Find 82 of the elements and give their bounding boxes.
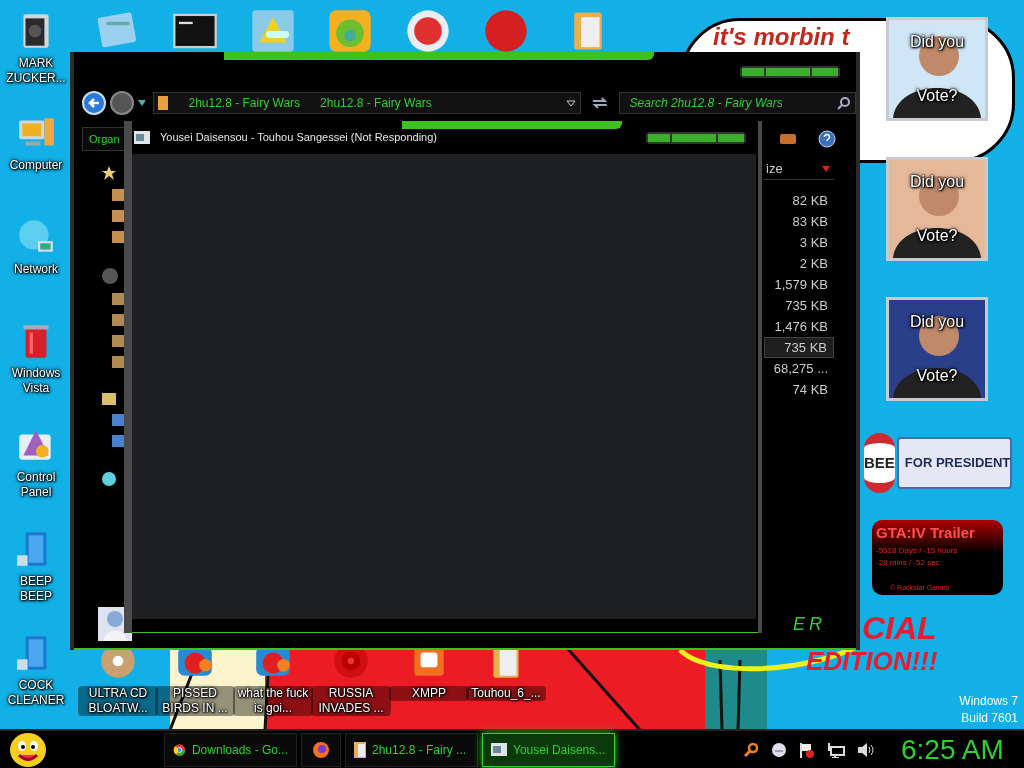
- forward-button[interactable]: [109, 91, 134, 115]
- file-icon: [112, 210, 124, 222]
- browser-icon: [173, 741, 186, 758]
- flag-icon[interactable]: [799, 741, 815, 758]
- size-cell-text: 3 KB: [798, 233, 829, 252]
- search-icon[interactable]: [743, 741, 759, 758]
- version-text: Build 7601: [961, 710, 1018, 727]
- version-text: Windows 7: [959, 693, 1018, 710]
- ball-icon: [483, 8, 529, 54]
- arrow-left-icon: [87, 97, 100, 109]
- icon-label[interactable]: XMPP: [389, 686, 469, 701]
- file-icon: [112, 435, 124, 447]
- ball-icon: [405, 8, 451, 54]
- wallpaper-text: CIAL: [862, 609, 937, 648]
- star-icon: [102, 166, 116, 180]
- countdown-text: -28 mins / -52 sec: [876, 556, 941, 569]
- folder-icon: [354, 741, 366, 758]
- gadget-text: Vote?: [916, 86, 958, 106]
- size-cell-text: 68,275 ...: [772, 359, 829, 378]
- icon-label[interactable]: Touhou_6_...: [466, 686, 546, 701]
- close-button[interactable]: [718, 133, 744, 142]
- badge-name: BEE: [864, 452, 895, 473]
- network-icon[interactable]: [827, 741, 845, 758]
- sort-icon: [822, 165, 830, 172]
- file-icon: [112, 231, 124, 243]
- column-header[interactable]: ize: [764, 158, 834, 180]
- breadcrumb[interactable]: 2hu12.8 - Fairy Wars: [188, 94, 301, 112]
- taskbar-button[interactable]: 2hu12.8 - Fairy ...: [345, 732, 478, 767]
- window-icon: [134, 131, 150, 144]
- badge-slogan: FOR PRESIDENT: [904, 454, 1011, 473]
- bubble-text: it's morbin t: [713, 23, 850, 50]
- file-icon: [112, 189, 124, 201]
- caret-icon: [137, 100, 146, 106]
- window-title: Yousei Daisensou - Touhou Sangessei (Not Responding): [160, 130, 437, 146]
- size-cell-text: 82 KB: [791, 191, 829, 210]
- file-icon: [112, 356, 124, 368]
- pig-icon: [327, 8, 373, 54]
- size-cell: 735 KB: [764, 337, 834, 358]
- taskbar-button[interactable]: [301, 732, 341, 767]
- start-button[interactable]: [8, 731, 48, 768]
- group-icon: [102, 393, 116, 405]
- countdown-text: -5518 Days / -15 hours: [876, 544, 959, 557]
- taskbar-button[interactable]: Yousei Daisens...: [482, 732, 615, 767]
- icon-label[interactable]: ULTRA CD BLOATW...: [78, 686, 158, 716]
- taskbar-button[interactable]: Downloads - Go...: [164, 732, 297, 767]
- size-cell-text: 2 KB: [798, 254, 829, 273]
- size-cell-text: 74 KB: [791, 380, 829, 399]
- size-cell-text: 83 KB: [791, 212, 829, 231]
- drive-icon: [102, 268, 118, 284]
- gadget-text: Vote?: [916, 366, 958, 386]
- browser-icon: [312, 740, 330, 759]
- speaker-icon[interactable]: [857, 741, 875, 758]
- dropdown-icon: [565, 99, 576, 107]
- clock[interactable]: 6:25 AM: [901, 728, 1004, 768]
- folder-icon: [158, 96, 169, 110]
- address-bar[interactable]: 2hu12.8 - Fairy Wars 2hu12.8 - Fairy Wars: [153, 92, 581, 114]
- breadcrumb[interactable]: 2hu12.8 - Fairy Wars: [320, 94, 432, 112]
- window-icon: [491, 743, 507, 756]
- smiley-icon[interactable]: [771, 741, 787, 758]
- size-cell-text: 735 KB: [784, 296, 829, 315]
- refresh-icon[interactable]: [590, 95, 609, 111]
- logo-text: ER: [793, 612, 826, 636]
- size-cell-text: 1,476 KB: [773, 317, 829, 336]
- icon-label[interactable]: RUSSIA INVADES ...: [311, 686, 391, 716]
- file-icon: [112, 314, 124, 326]
- globe-icon: [102, 472, 116, 486]
- file-icon: [112, 335, 124, 347]
- minimize-button[interactable]: [648, 133, 670, 142]
- preview-icon[interactable]: [780, 134, 796, 144]
- size-cell-text: 1,579 KB: [773, 275, 829, 294]
- help-icon[interactable]: [818, 130, 836, 148]
- gadget-text: Vote?: [916, 226, 958, 246]
- app-icon: [250, 8, 296, 54]
- wallpaper-text: EDITION!!!: [806, 645, 938, 678]
- file-icon: [112, 414, 124, 426]
- maximize-button[interactable]: [672, 133, 716, 142]
- back-button[interactable]: [82, 91, 106, 115]
- search-icon: [837, 96, 851, 110]
- file-icon: [112, 293, 124, 305]
- countdown-title: GTA:IV Trailer: [876, 523, 976, 543]
- search-field[interactable]: Search 2hu12.8 - Fairy Wars: [618, 92, 856, 114]
- gadget-text: Did you: [909, 172, 965, 192]
